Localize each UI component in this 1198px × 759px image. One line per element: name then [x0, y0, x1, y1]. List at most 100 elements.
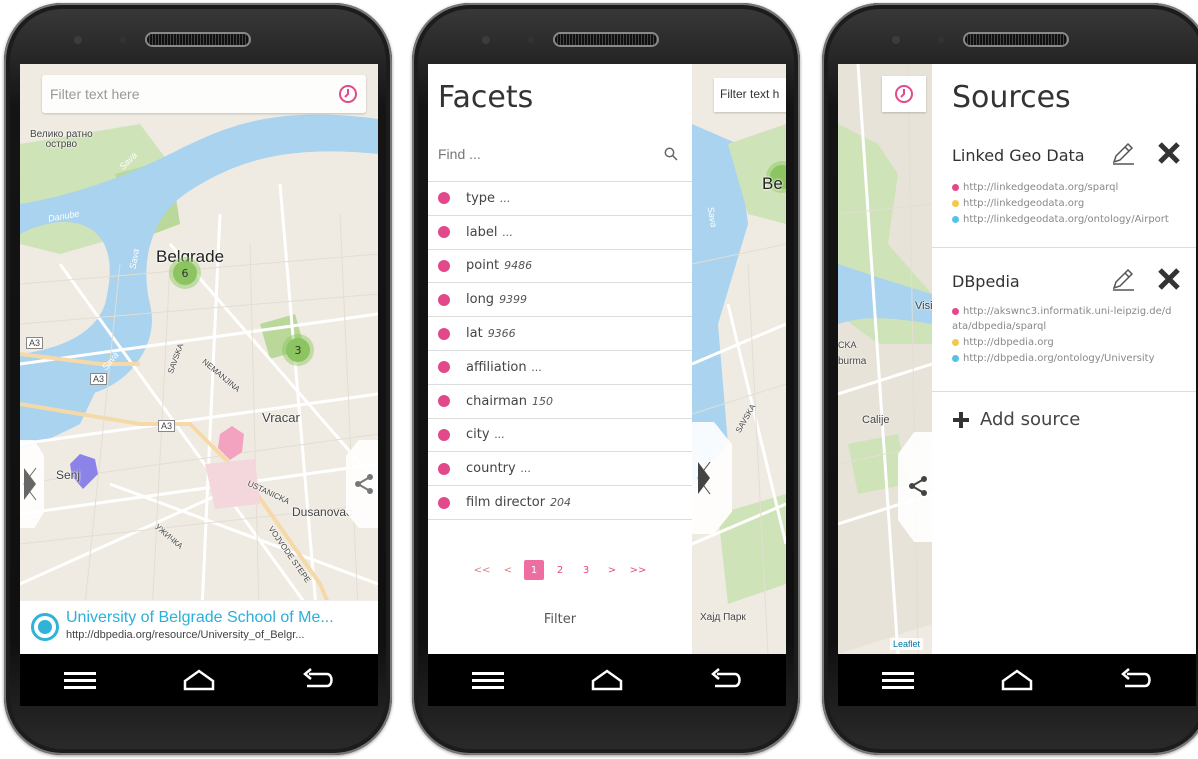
facet-item[interactable]: label...: [428, 216, 692, 250]
share-network-icon: [909, 476, 927, 496]
source-url: http://dbpedia.org: [952, 337, 1054, 348]
history-clock-icon: [895, 85, 913, 103]
source-url-text: http://linkedgeodata.org/sparql: [963, 182, 1119, 193]
facet-item[interactable]: chairman 150: [428, 385, 692, 419]
source-url-text: http://linkedgeodata.org: [963, 198, 1085, 209]
marker-cluster[interactable]: 3: [282, 334, 314, 366]
facet-count: ...: [500, 191, 511, 205]
menu-button[interactable]: [878, 665, 918, 695]
page-last-link[interactable]: >>: [628, 560, 648, 580]
marker-cluster[interactable]: 6: [169, 257, 201, 289]
delete-x-icon[interactable]: [1156, 140, 1182, 166]
url-bullet-icon: [952, 199, 959, 207]
back-arrow-icon: [1121, 668, 1152, 688]
cluster-count: 6: [173, 261, 197, 285]
map-label-a3: A3: [90, 373, 108, 385]
back-button[interactable]: [706, 665, 746, 695]
facet-count: 150: [531, 394, 553, 408]
facet-bullet-icon: [438, 192, 450, 205]
result-title: University of Belgrade School of Me...: [66, 609, 334, 626]
search-icon[interactable]: [664, 147, 678, 161]
facets-screen: Filter text h Be Sava SAVSKA Хајд Парк F…: [428, 64, 786, 654]
home-button[interactable]: [997, 665, 1037, 695]
facet-item[interactable]: film director 204: [428, 486, 692, 520]
map-label-park: Хајд Парк: [700, 612, 746, 623]
facet-item[interactable]: long 9399: [428, 283, 692, 318]
home-button[interactable]: [587, 665, 627, 695]
facet-bullet-icon: [438, 327, 450, 340]
hamburger-menu-icon: [881, 672, 914, 689]
edit-pencil-icon[interactable]: [1110, 266, 1136, 292]
page-link[interactable]: 3: [576, 560, 596, 580]
front-camera: [892, 36, 900, 44]
facet-item[interactable]: type...: [428, 182, 692, 216]
map-label-a3: A3: [26, 337, 44, 349]
home-icon: [183, 669, 215, 691]
back-button[interactable]: [298, 665, 338, 695]
map-label-veliko: Велико ратно острво: [30, 129, 93, 150]
facet-count: 204: [550, 496, 572, 510]
source-url-text: http://linkedgeodata.org/ontology/Airpor…: [963, 214, 1169, 225]
sources-title: Sources: [952, 80, 1071, 115]
facet-bullet-icon: [438, 259, 450, 272]
facet-label: long: [466, 292, 495, 308]
back-button[interactable]: [1116, 665, 1156, 695]
page-next-link[interactable]: >: [602, 560, 622, 580]
facet-search-box: [428, 126, 692, 182]
map-search-bar[interactable]: Filter text h: [714, 78, 786, 112]
sources-drawer-tab[interactable]: [346, 440, 378, 528]
facets-drawer-tab[interactable]: [692, 422, 732, 534]
facet-count: 9366: [487, 327, 516, 341]
menu-button[interactable]: [468, 665, 508, 695]
facet-bullet-icon: [438, 462, 450, 475]
page-link[interactable]: 2: [550, 560, 570, 580]
source-url-text: http://dbpedia.org/ontology/University: [963, 353, 1155, 364]
facet-item[interactable]: lat 9366: [428, 317, 692, 351]
sources-panel: Sources Linked Geo Data http://linkedgeo…: [932, 64, 1196, 654]
delete-x-icon[interactable]: [1156, 266, 1182, 292]
facet-bullet-icon: [438, 496, 450, 509]
collapse-arrow-icon: [697, 461, 711, 495]
filter-text-input[interactable]: [42, 75, 302, 113]
facet-find-input[interactable]: [438, 140, 638, 168]
source-card: DBpedia http://akswnc3.informatik.uni-le…: [932, 248, 1196, 392]
sensor: [528, 37, 534, 43]
facet-item[interactable]: affiliation...: [428, 351, 692, 385]
page-prev-link[interactable]: <: [498, 560, 518, 580]
source-url: http://dbpedia.org/ontology/University: [952, 353, 1155, 364]
facets-drawer-tab[interactable]: [20, 440, 44, 528]
facet-bullet-icon: [438, 226, 450, 239]
leaflet-attribution[interactable]: Leaflet: [890, 638, 924, 650]
facet-count: ...: [494, 428, 506, 442]
menu-button[interactable]: [60, 665, 100, 695]
selected-result-card[interactable]: University of Belgrade School of Me... h…: [20, 600, 378, 654]
filter-button[interactable]: Filter: [428, 612, 692, 627]
expand-arrow-icon: [23, 467, 37, 501]
phone-facets-view: Filter text h Be Sava SAVSKA Хајд Парк F…: [412, 3, 800, 755]
history-button[interactable]: [882, 76, 926, 112]
phone-map-view: Велико ратно острво Danube Sava Sava Sav…: [4, 3, 392, 755]
source-card: Linked Geo Data http://linkedgeodata.org…: [932, 126, 1196, 248]
map-label-visi: Visi: [915, 300, 933, 312]
page-first-link[interactable]: <<: [472, 560, 492, 580]
facet-item[interactable]: city...: [428, 419, 692, 453]
facet-item[interactable]: point 9486: [428, 250, 692, 284]
back-arrow-icon: [303, 668, 334, 688]
facet-label: country: [466, 461, 516, 477]
share-network-icon: [355, 474, 373, 494]
home-button[interactable]: [179, 665, 219, 695]
facet-label: city: [466, 427, 490, 443]
map-canvas[interactable]: [20, 64, 378, 654]
facet-count: ...: [531, 360, 543, 374]
result-marker-icon: [31, 613, 59, 641]
map-label-burma: burma: [838, 356, 867, 367]
page-link-active[interactable]: 1: [524, 560, 544, 580]
add-source-button[interactable]: Add source: [952, 409, 1080, 430]
map-label-calije: Calije: [862, 414, 890, 426]
edit-pencil-icon[interactable]: [1110, 140, 1136, 166]
sources-drawer-tab[interactable]: [898, 432, 934, 542]
facet-count: 9486: [504, 259, 533, 273]
history-clock-icon[interactable]: [338, 84, 358, 104]
map-label-be: Be: [762, 174, 783, 193]
facet-item[interactable]: country...: [428, 452, 692, 487]
